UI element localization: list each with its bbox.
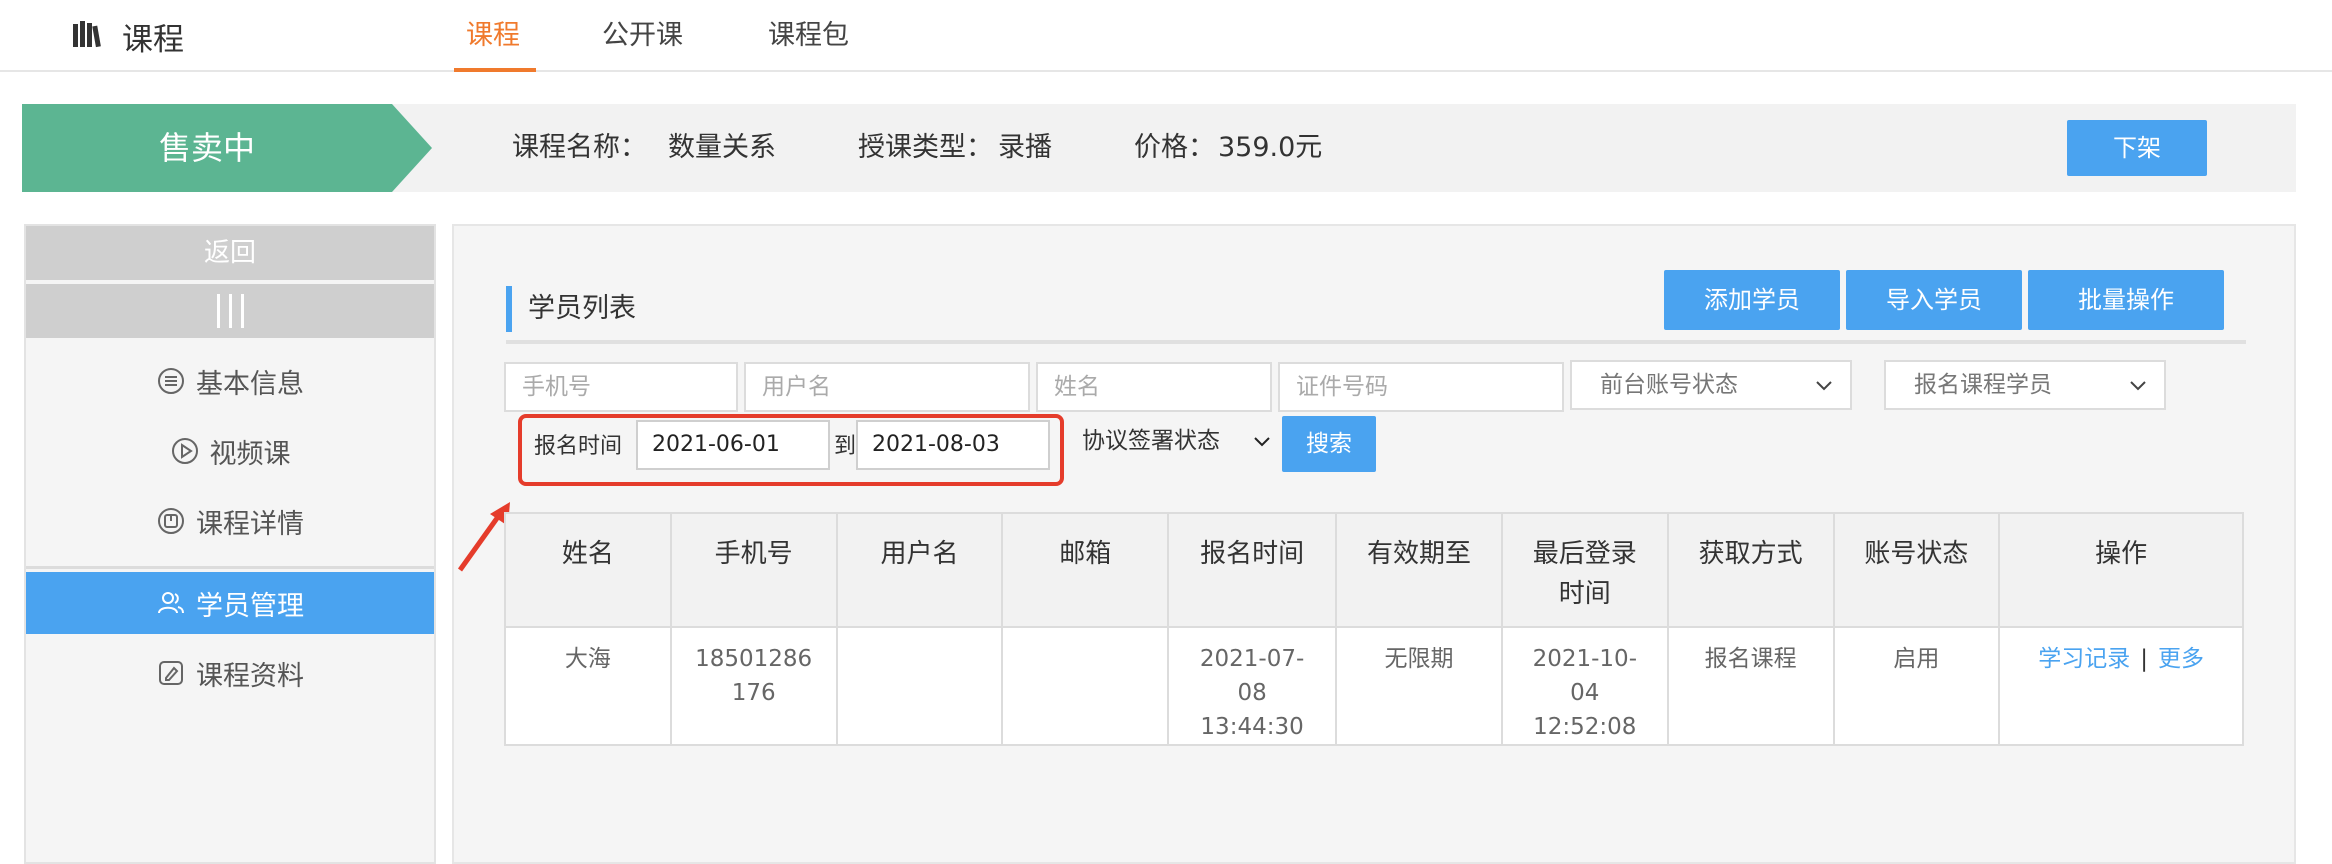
import-students-button[interactable]: 导入学员 [1846,270,2022,330]
brand: 课程 [72,14,184,58]
sidebar-item-materials[interactable]: 课程资料 [26,642,434,704]
cell-last-login: 2021-10-04 12:52:08 [1500,626,1669,746]
cell-email [1001,626,1170,746]
course-banner: 售卖中 课程名称： 数量关系 授课类型： 录播 价格： 359.0元 下架 [22,104,2296,192]
column-header: 获取方式 [1666,512,1835,628]
column-header: 账号状态 [1832,512,2001,628]
price-value: 359.0元 [1218,132,1323,163]
cell-source: 报名课程 [1666,626,1835,746]
more-link[interactable]: 更多 [2158,646,2204,672]
students-table: 姓名 手机号 用户名 邮箱 报名时间 有效期至 最后登录时间 获取方式 账号状态… [504,512,2244,746]
column-header: 用户名 [835,512,1004,628]
column-header: 最后登录时间 [1500,512,1669,628]
table-header-row: 姓名 手机号 用户名 邮箱 报名时间 有效期至 最后登录时间 获取方式 账号状态… [504,512,2244,628]
name-input[interactable]: 姓名 [1036,362,1272,412]
sidebar-item-label: 课程详情 [196,508,304,540]
phone-input[interactable]: 手机号 [504,362,738,412]
cell-phone: 18501286176 [669,626,838,746]
sidebar-item-students[interactable]: 学员管理 [26,572,434,634]
cell-name: 大海 [504,626,672,746]
batch-operation-button[interactable]: 批量操作 [2028,270,2224,330]
cell-status: 启用 [1832,626,2001,746]
list-icon [158,368,184,394]
title-divider [506,340,2246,344]
id-number-input[interactable]: 证件号码 [1278,362,1564,412]
enroll-type-value: 报名课程学员 [1914,372,2052,398]
agreement-status-value: 协议签署状态 [1082,428,1220,454]
cell-enroll-time: 2021-07-08 13:44:30 [1167,626,1338,746]
course-name-label: 课程名称： [512,132,647,163]
tab-course-package[interactable]: 课程包 [768,14,849,58]
active-tab-underline [454,68,536,72]
sidebar-item-course-detail[interactable]: 课程详情 [26,490,434,552]
sidebar-item-label: 视频课 [209,438,291,470]
tab-open-course[interactable]: 公开课 [602,14,683,58]
agreement-status-select[interactable]: 协议签署状态 [1070,418,1276,468]
link-separator: | [2140,646,2149,672]
cell-valid-until: 无限期 [1335,626,1503,746]
brand-label: 课程 [122,21,184,58]
sidebar-item-label: 基本信息 [196,368,304,400]
top-nav: 课程 课程 公开课 课程包 [0,0,2332,72]
users-icon [158,592,184,614]
course-name: 数量关系 [668,132,776,163]
status-label: 售卖中 [158,129,255,167]
price-label: 价格： [1134,132,1215,163]
cell-username [835,626,1004,746]
books-icon [72,19,106,53]
sidebar: 返回 基本信息 视频课 课程详情 学员管理 课程资料 [24,224,436,864]
sidebar-item-video[interactable]: 视频课 [26,420,434,482]
chevron-down-icon [1254,437,1270,447]
sidebar-item-label: 课程资料 [196,660,304,692]
sidebar-divider [26,566,434,569]
sidebar-item-basic-info[interactable]: 基本信息 [26,350,434,412]
unpublish-button[interactable]: 下架 [2067,120,2207,176]
status-badge: 售卖中 [22,104,432,192]
chevron-down-icon [1816,381,1832,391]
account-status-value: 前台账号状态 [1600,372,1738,398]
account-status-select[interactable]: 前台账号状态 [1570,360,1852,410]
course-type: 录播 [998,132,1052,163]
tab-course[interactable]: 课程 [466,14,520,58]
column-header: 姓名 [504,512,672,628]
add-student-button[interactable]: 添加学员 [1664,270,1840,330]
play-icon [171,438,198,464]
course-type-label: 授课类型： [858,132,993,163]
chevron-down-icon [2130,381,2146,391]
cell-operations: 学习记录 | 更多 [1998,626,2244,746]
enroll-type-select[interactable]: 报名课程学员 [1884,360,2166,410]
sidebar-item-label: 学员管理 [196,590,304,622]
section-title: 学员列表 [506,286,636,332]
table-row: 大海 18501286176 2021-07-08 13:44:30 无限期 2… [504,626,2244,746]
study-record-link[interactable]: 学习记录 [2038,646,2130,672]
column-header: 有效期至 [1335,512,1503,628]
search-button[interactable]: 搜索 [1282,416,1376,472]
username-input[interactable]: 用户名 [744,362,1030,412]
back-button[interactable]: 返回 [26,226,434,280]
column-header: 操作 [1998,512,2244,628]
collapse-toggle[interactable] [26,284,434,338]
edit-icon [159,661,183,685]
column-header: 邮箱 [1001,512,1170,628]
column-header: 报名时间 [1167,512,1338,628]
book-icon [158,508,184,534]
annotation-highlight-box [518,414,1064,486]
column-header: 手机号 [669,512,838,628]
